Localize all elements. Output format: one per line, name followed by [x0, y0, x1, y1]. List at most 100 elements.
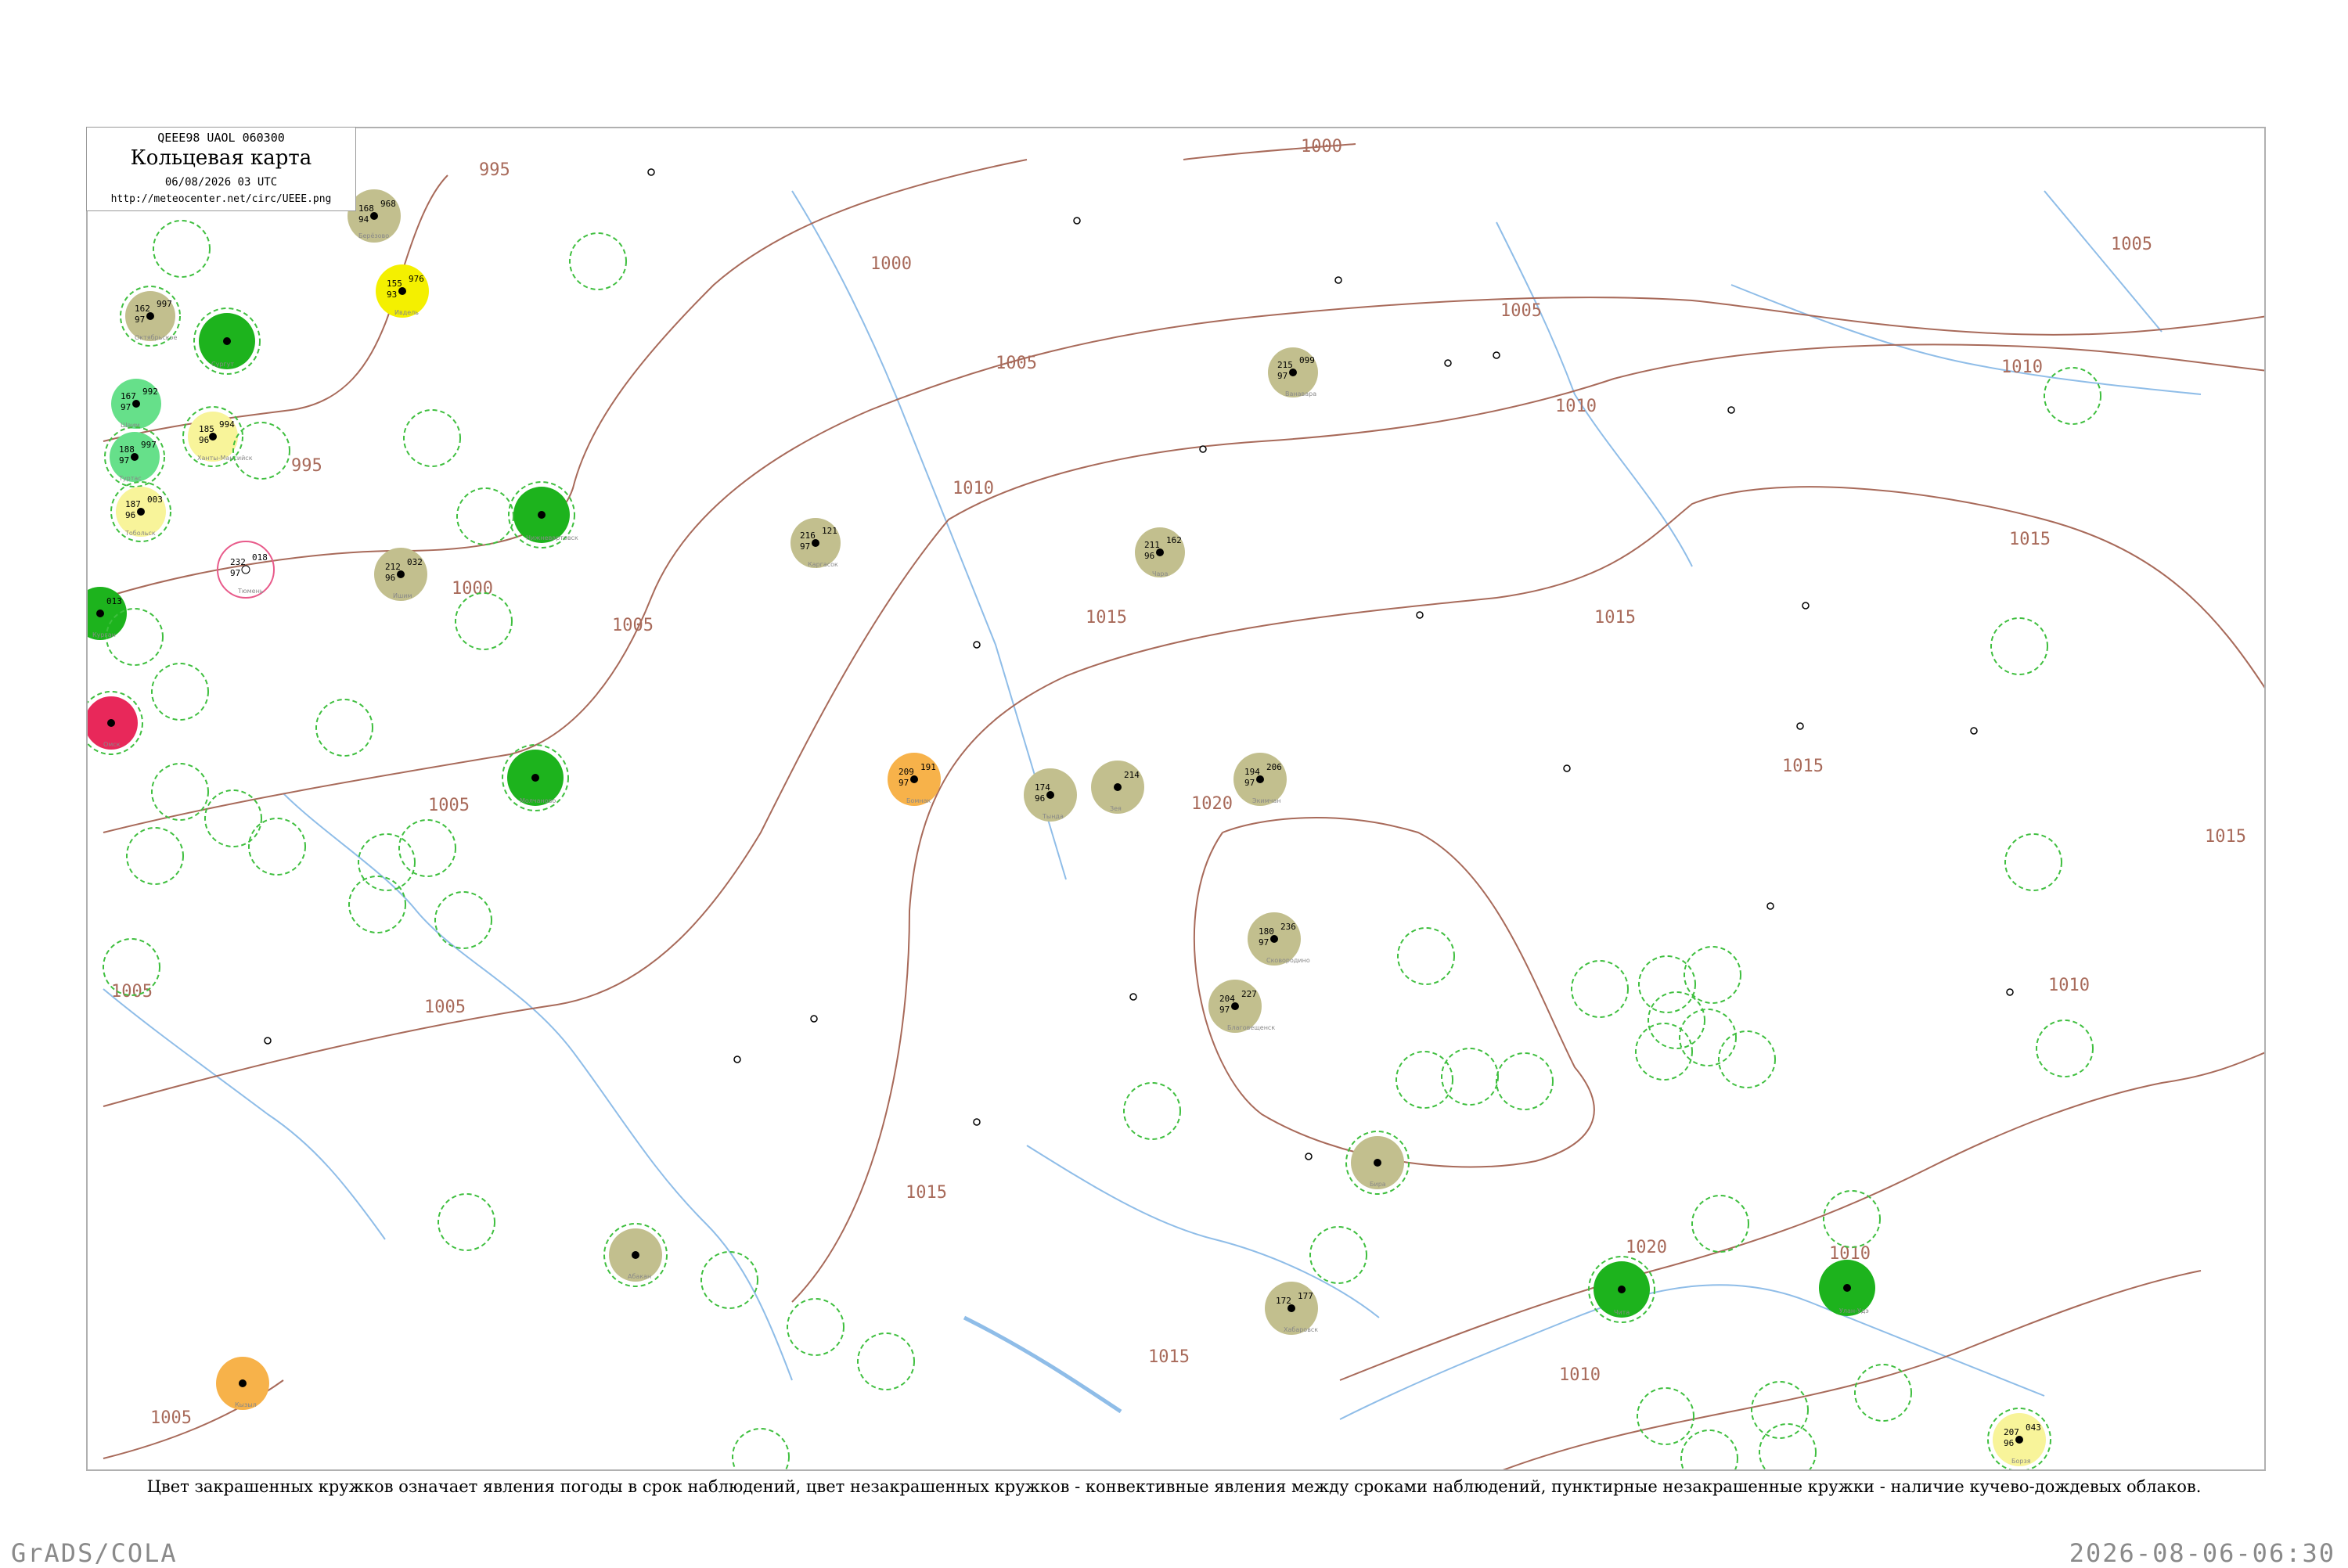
station-dew: 96 [1035, 793, 1045, 804]
isobar-label: 1015 [2205, 827, 2246, 847]
station-pressure: 121 [822, 526, 837, 536]
station-marker[interactable]: 180 236 97 Сковородино [1248, 912, 1310, 966]
station-name: Ишим [393, 592, 412, 599]
isobar-label: 1000 [1301, 137, 1342, 156]
cb-ring [204, 789, 262, 847]
station-name: Тында [1042, 813, 1064, 820]
station-dew: 97 [1277, 371, 1287, 381]
station-pressure: 976 [409, 274, 424, 284]
station-pressure: 994 [219, 419, 235, 430]
cb-ring [1679, 1009, 1737, 1066]
station-temp: 211 [1144, 540, 1160, 550]
station-marker[interactable]: 214 Зея [1091, 761, 1144, 814]
station-marker[interactable]: Абакан [603, 1223, 668, 1287]
station-marker[interactable]: 155 976 93 Ивдель [376, 264, 429, 318]
isobar-label: 1015 [1086, 608, 1127, 628]
cb-ring [787, 1298, 844, 1356]
isobar-1015-a [791, 486, 2264, 1303]
station-name: Берёзово [358, 232, 389, 239]
cb-ring [2044, 367, 2101, 425]
station-dew: 97 [899, 778, 909, 788]
station-temp: 174 [1035, 782, 1050, 793]
station-pressure: 018 [252, 552, 268, 563]
station-name: Сургут [211, 361, 234, 368]
station-name: Ивдель [394, 309, 419, 316]
station-dew: 96 [1144, 551, 1154, 561]
station-name: Чита [1614, 1309, 1630, 1316]
station-marker[interactable]: 215 099 97 Ванавара [1268, 347, 1318, 397]
map-frame: 995 995 1000 1000 1000 1005 1005 1005 10… [86, 127, 2266, 1471]
station-temp: 168 [358, 203, 374, 214]
station-pressure: 206 [1266, 762, 1282, 772]
cb-ring [700, 1251, 758, 1309]
station-marker[interactable]: 174 96 Тында [1024, 768, 1077, 822]
station-marker[interactable]: Улан-Удэ [1819, 1260, 1875, 1316]
station-dew: 96 [2004, 1438, 2014, 1448]
station-marker[interactable]: 207 043 96 Борзя [1987, 1408, 2051, 1471]
station-temp: 180 [1259, 926, 1274, 937]
map-date: 06/08/2026 03 UTC [164, 176, 278, 189]
cb-ring [403, 409, 461, 467]
cb-ring [248, 818, 306, 876]
station-temp: 162 [135, 304, 150, 314]
map-url[interactable]: http://meteocenter.net/circ/UEEE.png [87, 193, 355, 205]
station-temp: 215 [1277, 360, 1293, 370]
isobar-label: 995 [291, 456, 322, 476]
isobar-label: 1015 [906, 1183, 947, 1203]
isobar-label: 1010 [1559, 1365, 1601, 1385]
station-marker[interactable]: Сургут [193, 307, 261, 375]
station-marker[interactable]: 211 162 96 Чара [1135, 527, 1185, 577]
station-marker[interactable]: Нижневартовск [508, 481, 578, 548]
station-name: Курган [92, 631, 116, 638]
station-marker[interactable]: 013 Курган [88, 587, 127, 640]
station-marker[interactable]: Кызыл [216, 1357, 269, 1410]
rivers [103, 190, 2202, 1420]
station-marker[interactable]: 172 177 Хабаровск [1265, 1282, 1318, 1335]
station-marker[interactable]: Бира [1345, 1131, 1410, 1195]
station-pressure: 191 [920, 762, 936, 772]
isobar-label: 1015 [1782, 757, 1824, 776]
isobar-labels: 995 995 1000 1000 1000 1005 1005 1005 10… [111, 137, 2246, 1428]
isobar-label: 1020 [1626, 1238, 1667, 1257]
station-marker[interactable]: 216 121 97 Каргасок [790, 518, 841, 568]
station-name: Ванавара [1285, 390, 1316, 397]
isobar-label: 1005 [1500, 301, 1542, 321]
station-pressure: 043 [2026, 1422, 2041, 1433]
station-marker[interactable]: 204 227 97 Благовещенск [1208, 980, 1275, 1033]
station-marker[interactable]: 167 992 97 Шаим [111, 379, 161, 429]
river-ob [283, 793, 793, 1381]
station-name: Нижневартовск [526, 534, 578, 541]
station-pressure: 992 [142, 387, 158, 397]
station-marker[interactable]: 188 997 97 Туртас [104, 426, 165, 487]
map-caption: Цвет закрашенных кружков означает явлени… [146, 1477, 2202, 1496]
cb-ring [1638, 955, 1696, 1013]
station-pressure: 099 [1299, 355, 1315, 365]
station-marker[interactable]: 232 018 97 Тюмень [217, 541, 275, 599]
station-name: Улан-Удэ [1839, 1307, 1869, 1314]
station-temp: 172 [1276, 1296, 1291, 1306]
map-legend-box: QEEE98 UAOL 060300 Кольцевая карта 06/08… [86, 127, 356, 211]
station-marker[interactable]: Омск [88, 691, 143, 755]
synoptic-map: 995 995 1000 1000 1000 1005 1005 1005 10… [88, 137, 2264, 1471]
station-temp: 232 [230, 557, 246, 567]
river-angara [1026, 1145, 1380, 1318]
isobar-label: 1005 [428, 796, 470, 815]
station-dew: 97 [1219, 1005, 1230, 1015]
station-temp: 167 [121, 391, 136, 401]
station-marker[interactable]: 212 032 96 Ишим [374, 548, 427, 601]
cb-ring [153, 220, 211, 278]
station-marker[interactable]: Чита [1588, 1256, 1655, 1323]
station-marker[interactable]: 187 003 96 Тобольск [110, 481, 171, 542]
isobar-label: 1005 [612, 616, 654, 635]
station-name: Борзя [2011, 1458, 2031, 1465]
station-name: Ханты-Мансийск [197, 455, 253, 462]
cb-ring [1648, 991, 1705, 1049]
station-temp: 194 [1244, 767, 1260, 777]
cb-rings [103, 220, 2101, 1469]
station-marker[interactable]: Молчаново [502, 744, 569, 811]
station-marker[interactable]: 194 206 97 Экимчан [1233, 753, 1287, 806]
station-marker[interactable]: 162 997 97 Октябрьское [120, 286, 181, 347]
station-temp: 188 [119, 444, 135, 455]
station-marker[interactable]: 209 191 97 Бомнак [888, 753, 941, 806]
station-temp: 185 [199, 424, 214, 434]
